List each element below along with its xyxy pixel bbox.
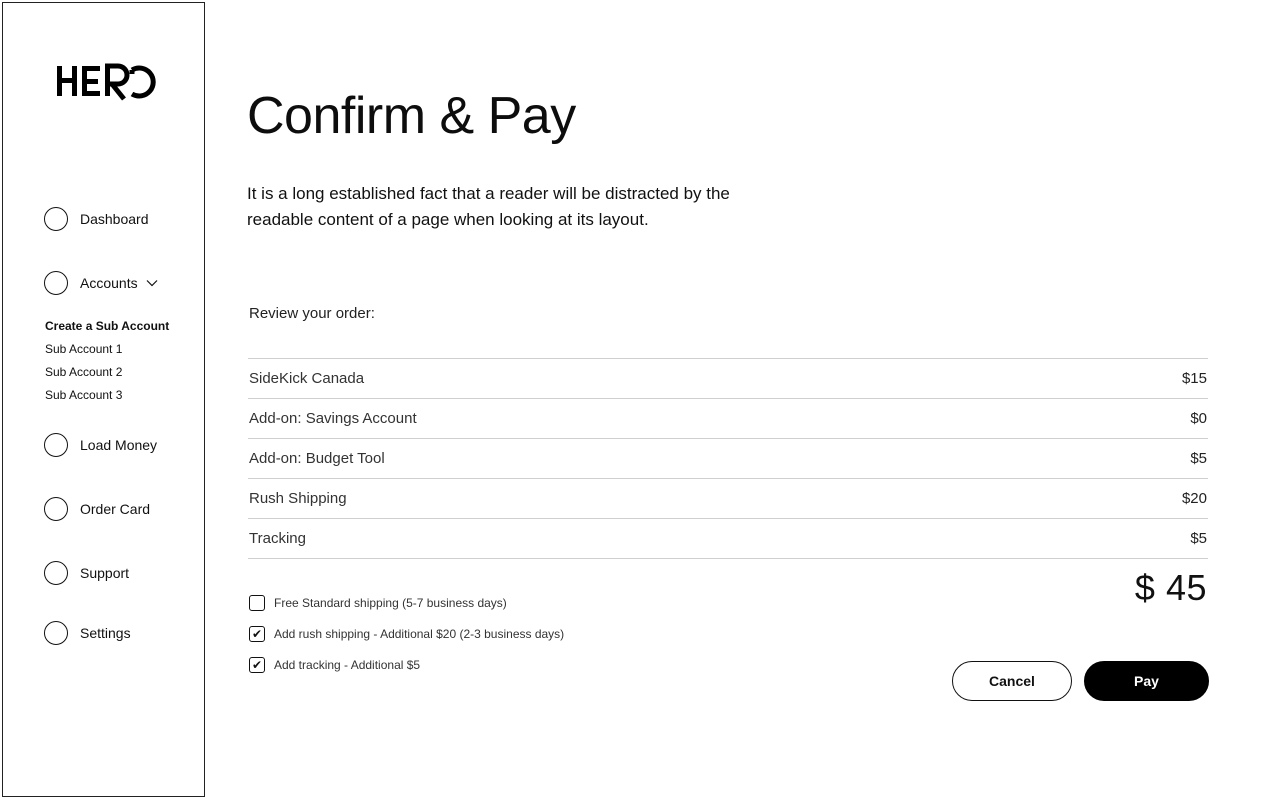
page-title: Confirm & Pay	[247, 87, 576, 145]
sub-item-sub-account-1[interactable]: Sub Account 1	[45, 338, 169, 361]
order-item-name: Add-on: Savings Account	[249, 410, 417, 427]
chevron-down-icon[interactable]	[146, 279, 158, 287]
pay-button[interactable]: Pay	[1084, 661, 1209, 701]
sidebar-item-order-card[interactable]: Order Card	[44, 497, 150, 521]
cancel-button[interactable]: Cancel	[952, 661, 1072, 701]
sidebar-item-label: Support	[80, 565, 130, 581]
option-tracking[interactable]: ✔ Add tracking - Additional $5	[249, 649, 564, 680]
dashboard-icon	[44, 207, 68, 231]
option-label: Add tracking - Additional $5	[274, 657, 421, 672]
order-item-price: $5	[1190, 450, 1207, 467]
order-summary-table: SideKick Canada $15 Add-on: Savings Acco…	[248, 358, 1208, 559]
table-row: Tracking $5	[248, 519, 1208, 559]
settings-icon	[44, 621, 68, 645]
sidebar-item-label: Settings	[80, 625, 131, 641]
order-item-price: $15	[1181, 370, 1207, 387]
sub-item-create-sub-account[interactable]: Create a Sub Account	[45, 315, 169, 338]
table-row: Add-on: Savings Account $0	[248, 399, 1208, 439]
order-item-name: Rush Shipping	[249, 490, 347, 507]
table-row: Rush Shipping $20	[248, 479, 1208, 519]
sidebar: Dashboard Accounts Create a Sub Account …	[2, 2, 205, 797]
sidebar-item-label: Dashboard	[80, 211, 149, 227]
sidebar-item-label: Load Money	[80, 437, 158, 453]
accounts-submenu: Create a Sub Account Sub Account 1 Sub A…	[45, 315, 169, 407]
sidebar-item-label: Accounts	[80, 275, 138, 291]
order-item-name: SideKick Canada	[249, 370, 365, 387]
option-label: Add rush shipping - Additional $20 (2-3 …	[274, 626, 565, 641]
support-icon	[44, 561, 68, 585]
order-item-name: Tracking	[249, 530, 306, 547]
sub-item-sub-account-2[interactable]: Sub Account 2	[45, 361, 169, 384]
order-total: $ 45	[1134, 567, 1207, 608]
sidebar-item-dashboard[interactable]: Dashboard	[44, 207, 149, 231]
checkmark-icon: ✔	[251, 626, 263, 641]
shipping-options: Free Standard shipping (5-7 business day…	[249, 587, 564, 680]
order-item-name: Add-on: Budget Tool	[249, 450, 385, 467]
free-shipping-checkbox[interactable]	[249, 594, 265, 611]
table-row: SideKick Canada $15	[248, 359, 1208, 399]
table-row: Add-on: Budget Tool $5	[248, 439, 1208, 479]
option-rush-shipping[interactable]: ✔ Add rush shipping - Additional $20 (2-…	[249, 618, 564, 649]
checkmark-icon: ✔	[251, 657, 263, 672]
sub-item-sub-account-3[interactable]: Sub Account 3	[45, 384, 169, 407]
order-item-price: $20	[1181, 490, 1207, 507]
option-label: Free Standard shipping (5-7 business day…	[274, 595, 507, 610]
hero-logo[interactable]	[54, 63, 158, 103]
order-item-price: $0	[1190, 410, 1207, 427]
sidebar-item-load-money[interactable]: Load Money	[44, 433, 157, 457]
review-order-label: Review your order:	[249, 305, 375, 322]
sidebar-item-support[interactable]: Support	[44, 561, 129, 585]
accounts-icon	[44, 271, 68, 295]
order-card-icon	[44, 497, 68, 521]
hero-logo-mark	[57, 63, 156, 101]
order-item-price: $5	[1190, 530, 1207, 547]
page-description: It is a long established fact that a rea…	[247, 184, 730, 229]
option-free-standard-shipping[interactable]: Free Standard shipping (5-7 business day…	[249, 587, 564, 618]
app: Dashboard Accounts Create a Sub Account …	[0, 0, 1280, 800]
sidebar-item-accounts[interactable]: Accounts	[44, 271, 158, 295]
load-money-icon	[44, 433, 68, 457]
sidebar-item-label: Order Card	[80, 501, 151, 517]
sidebar-item-settings[interactable]: Settings	[44, 621, 131, 645]
rush-shipping-checkbox[interactable]: ✔	[249, 625, 265, 642]
tracking-checkbox[interactable]: ✔	[249, 656, 265, 673]
